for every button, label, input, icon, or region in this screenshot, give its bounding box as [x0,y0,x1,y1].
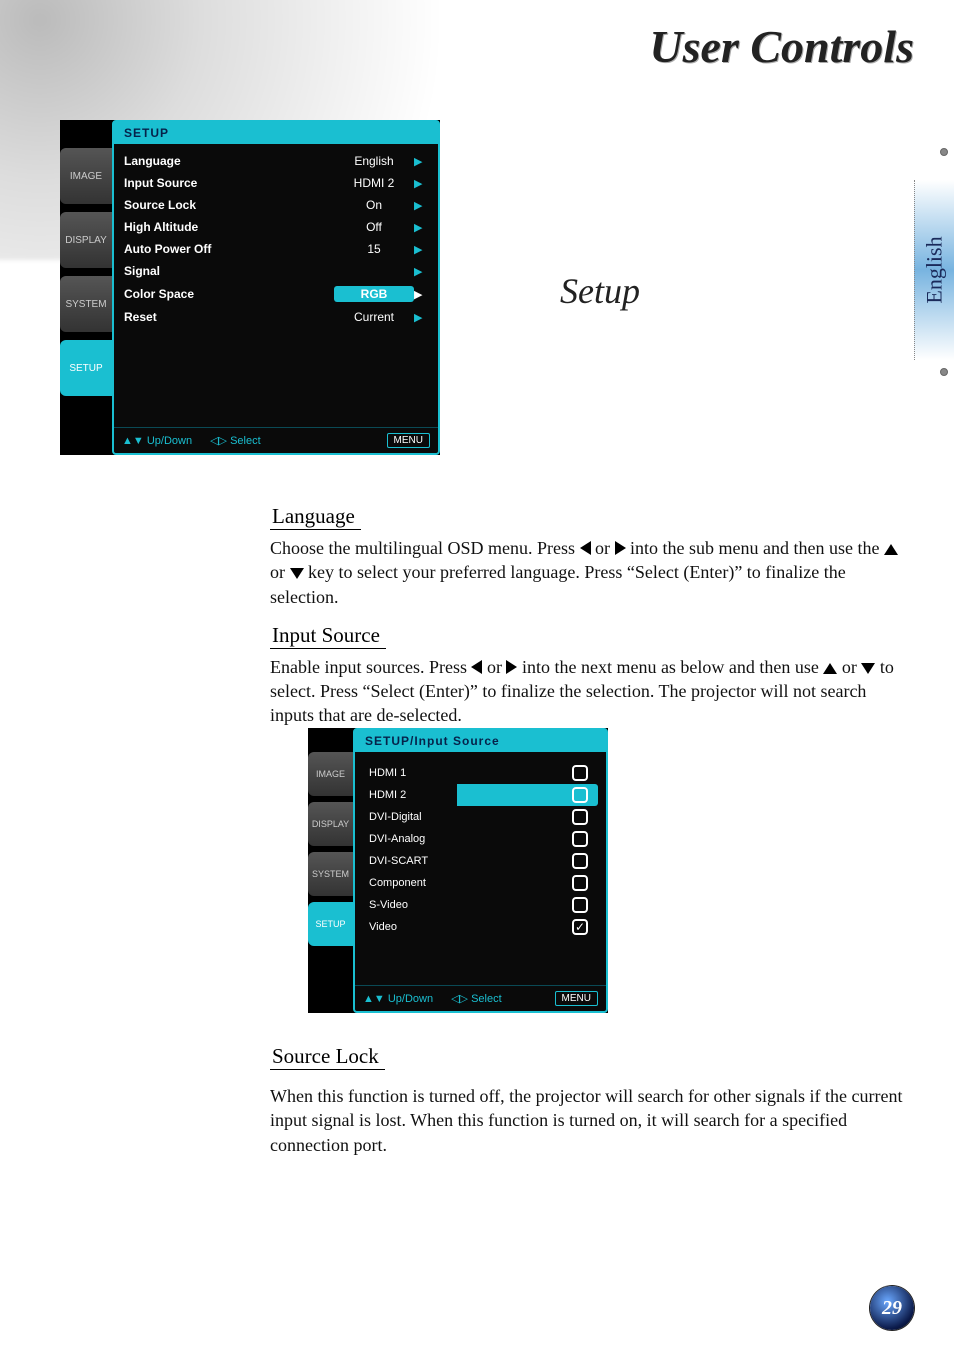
osd-row-value: English [334,154,414,168]
checkbox-icon[interactable] [572,897,588,913]
subhead-language: Language [270,504,361,530]
osd-input-label: DVI-Analog [369,833,425,845]
osd-row[interactable]: Input SourceHDMI 2▶ [122,172,430,194]
osd-tab-image[interactable]: IMAGE [60,148,112,204]
subhead-source-lock: Source Lock [270,1044,385,1070]
osd-input-label: HDMI 1 [369,767,406,779]
right-arrow-icon [506,660,517,674]
up-arrow-icon [884,544,898,555]
chevron-right-icon: ▶ [414,265,428,278]
osd-row-value: HDMI 2 [334,176,414,190]
osd-input-row[interactable]: S-Video [363,894,598,916]
osd-row-value: RGB [334,286,414,302]
para-language: Choose the multilingual OSD menu. Press … [270,536,910,609]
osd-row[interactable]: ResetCurrent▶ [122,306,430,328]
checkbox-icon[interactable] [572,875,588,891]
language-side-tab: English [914,180,954,360]
osd-input-row[interactable]: DVI-Digital [363,806,598,828]
osd-row-label: High Altitude [124,220,334,234]
chevron-right-icon: ▶ [414,177,428,190]
osd-row-label: Reset [124,310,334,324]
checkbox-icon[interactable] [572,853,588,869]
decorative-dot [940,368,948,376]
osd-footer-select: ◁▷ Select [451,992,502,1005]
osd-setup-menu: IMAGE DISPLAY SYSTEM SETUP SETUP Languag… [60,120,440,455]
osd-tab-setup[interactable]: SETUP [60,340,112,396]
chevron-right-icon: ▶ [414,311,428,324]
chevron-right-icon: ▶ [414,155,428,168]
osd-footer-updown: ▲▼ Up/Down [363,993,433,1005]
osd-row-value: On [334,198,414,212]
down-arrow-icon [290,568,304,579]
subhead-input-source: Input Source [270,623,386,649]
osd-row-label: Source Lock [124,198,334,212]
osd-input-row[interactable]: HDMI 2 [363,784,598,806]
osd-input-source-submenu: IMAGE DISPLAY SYSTEM SETUP SETUP/Input S… [308,728,608,1013]
osd-tab-display[interactable]: DISPLAY [308,802,353,846]
checkbox-icon[interactable] [572,809,588,825]
osd-input-label: S-Video [369,899,408,911]
checkbox-icon[interactable] [572,787,588,803]
osd-tab-system[interactable]: SYSTEM [308,852,353,896]
chevron-right-icon: ▶ [414,221,428,234]
chevron-right-icon: ▶ [414,199,428,212]
down-arrow-icon [861,663,875,674]
chevron-right-icon: ▶ [414,288,428,301]
osd-input-label: HDMI 2 [369,789,406,801]
osd-footer-select: ◁▷ Select [210,434,261,447]
osd-row[interactable]: High AltitudeOff▶ [122,216,430,238]
osd-row-label: Language [124,154,334,168]
osd-input-row[interactable]: Video ✓ [363,916,598,938]
page-title: User Controls [649,20,914,73]
osd-tab-display[interactable]: DISPLAY [60,212,112,268]
osd-footer-updown: ▲▼ Up/Down [122,435,192,447]
osd-row-label: Signal [124,264,334,278]
osd-row[interactable]: Signal ▶ [122,260,430,282]
osd-input-label: Video [369,921,397,933]
section-title: Setup [560,270,640,312]
right-arrow-icon [615,541,626,555]
osd-input-row[interactable]: HDMI 1 [363,762,598,784]
osd-row-label: Input Source [124,176,334,190]
osd-input-row[interactable]: Component [363,872,598,894]
osd-row-value: Current [334,310,414,324]
para-source-lock: When this function is turned off, the pr… [270,1084,910,1157]
chevron-right-icon: ▶ [414,243,428,256]
up-arrow-icon [823,663,837,674]
decorative-dot [940,148,948,156]
osd-row[interactable]: LanguageEnglish▶ [122,150,430,172]
osd-header: SETUP [114,122,438,144]
osd-tab-system[interactable]: SYSTEM [60,276,112,332]
osd-row[interactable]: Color SpaceRGB▶ [122,282,430,306]
osd-row-value: Off [334,220,414,234]
left-arrow-icon [580,541,591,555]
osd-row-label: Color Space [124,287,334,301]
osd-input-row[interactable]: DVI-Analog [363,828,598,850]
osd-row-value: 15 [334,242,414,256]
language-side-tab-label: English [922,236,948,303]
osd-row[interactable]: Source LockOn▶ [122,194,430,216]
osd-menu-button[interactable]: MENU [555,991,598,1006]
osd-input-row[interactable]: DVI-SCART [363,850,598,872]
checkbox-icon[interactable] [572,765,588,781]
osd-row-label: Auto Power Off [124,242,334,256]
checkbox-icon[interactable]: ✓ [572,919,588,935]
osd-tab-image[interactable]: IMAGE [308,752,353,796]
osd-input-label: Component [369,877,426,889]
osd-header: SETUP/Input Source [355,730,606,752]
osd-tab-setup[interactable]: SETUP [308,902,353,946]
osd-input-label: DVI-Digital [369,811,422,823]
osd-input-label: DVI-SCART [369,855,428,867]
checkbox-icon[interactable] [572,831,588,847]
page-number-badge: 29 [870,1286,914,1330]
osd-menu-button[interactable]: MENU [387,433,430,448]
left-arrow-icon [471,660,482,674]
para-input-source: Enable input sources. Press or into the … [270,655,910,728]
osd-row[interactable]: Auto Power Off15▶ [122,238,430,260]
